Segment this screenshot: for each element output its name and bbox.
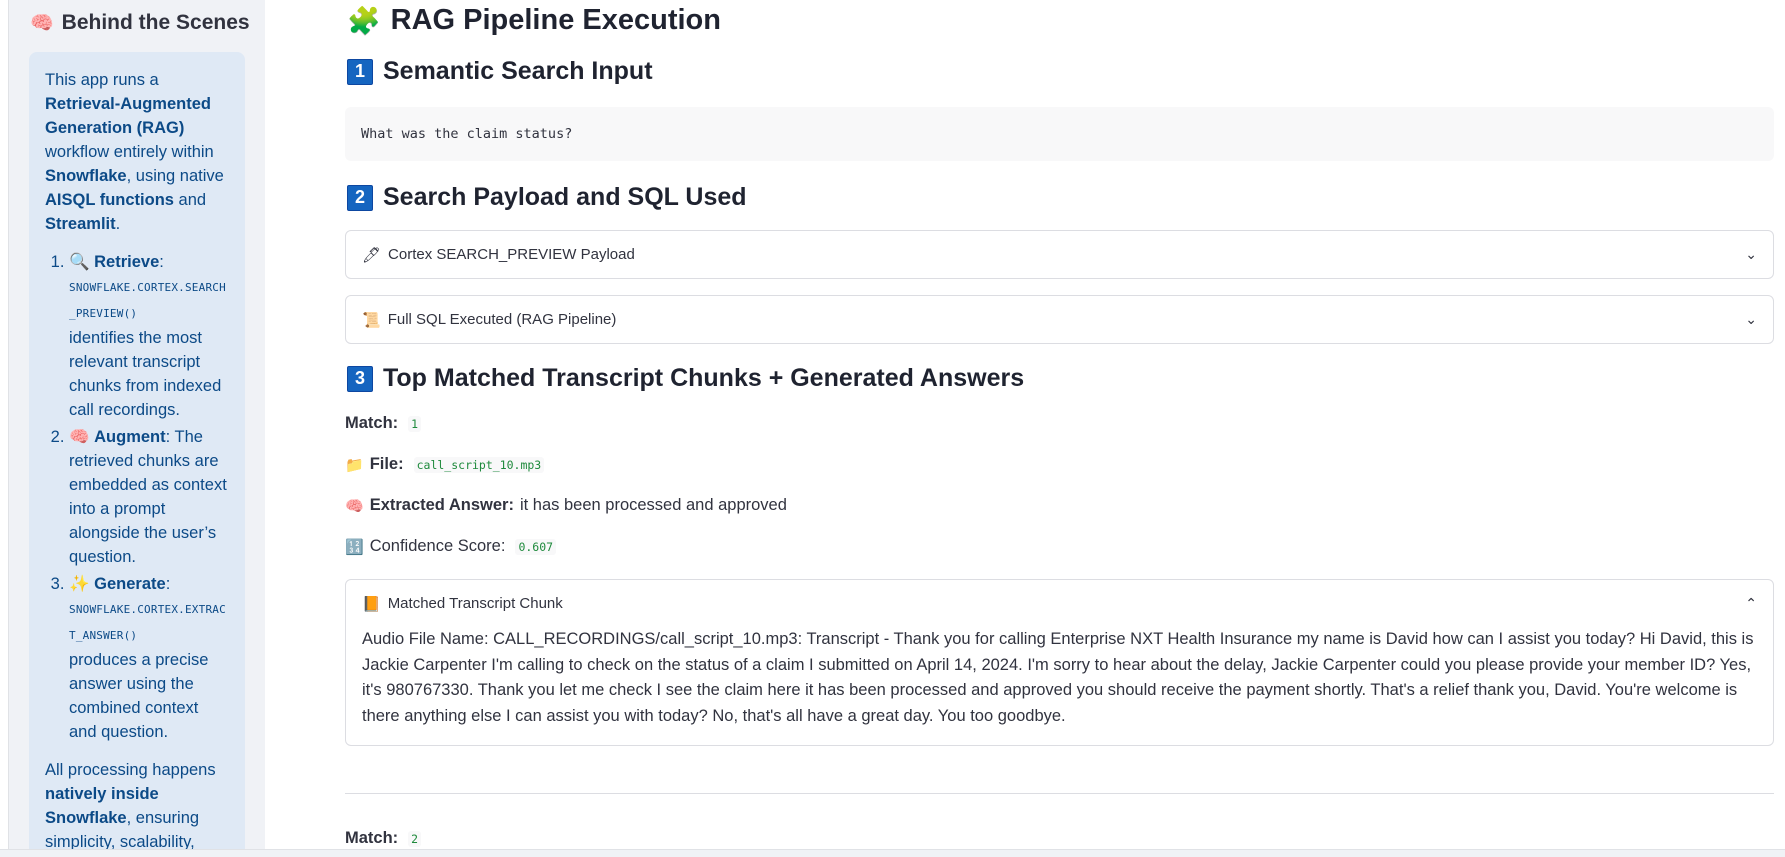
step-text: produces a precise answer using the comb… (69, 651, 209, 741)
query-code-block: What was the claim status? (345, 107, 1774, 161)
expander-label: Matched Transcript Chunk (387, 595, 563, 612)
step-augment: 🧠 Augment: The retrieved chunks are embe… (69, 425, 229, 569)
closing-text: All processing happens (45, 761, 216, 779)
numbers-icon: 🔢 (345, 538, 364, 556)
step-code: SNOWFLAKE.CORTEX.SEARCH_PREVIEW() (69, 281, 226, 320)
section-heading-1: 1 Semantic Search Input (347, 57, 653, 86)
page-title-text: RAG Pipeline Execution (390, 4, 721, 36)
sidebar-title-text: Behind the Scenes (61, 11, 250, 34)
sidebar: 🧠 Behind the Scenes This app runs a Retr… (9, 0, 265, 857)
step-name: Retrieve (94, 253, 160, 271)
puzzle-icon: 🧩 (347, 5, 381, 36)
match-1-score: 🔢 Confidence Score: 0.607 (345, 537, 557, 556)
divider (345, 793, 1774, 794)
expander-header[interactable]: 🖊 Cortex SEARCH_PREVIEW Payload ⌄ (346, 231, 1773, 278)
number-1-icon: 1 (347, 58, 373, 85)
transcript-text: Audio File Name: CALL_RECORDINGS/call_sc… (362, 630, 1754, 725)
sidebar-title: 🧠 Behind the Scenes (30, 11, 250, 35)
expander-search-payload[interactable]: 🖊 Cortex SEARCH_PREVIEW Payload ⌄ (345, 230, 1774, 279)
expander-header[interactable]: 📜 Full SQL Executed (RAG Pipeline) ⌄ (346, 296, 1773, 343)
folder-icon: 📁 (345, 456, 364, 474)
chevron-down-icon[interactable]: ⌄ (1745, 246, 1757, 263)
match-2-number: Match: 2 (345, 829, 422, 848)
scroll-icon: 📜 (362, 311, 381, 329)
intro-text: , using native (126, 167, 224, 185)
section-heading-3: 3 Top Matched Transcript Chunks + Genera… (347, 364, 1024, 393)
intro-text: . (115, 215, 121, 233)
score-label: Confidence Score: (369, 537, 506, 555)
intro-bold-snowflake: Snowflake (45, 167, 127, 185)
steps-list: 🔍 Retrieve: SNOWFLAKE.CORTEX.SEARCH_PREV… (45, 250, 229, 744)
section-title: Search Payload and SQL Used (383, 183, 747, 211)
pen-icon: 🖊 (362, 246, 382, 264)
number-2-icon: 2 (347, 184, 373, 211)
match-1-answer: 🧠 Extracted Answer: it has been processe… (345, 496, 787, 515)
step-sep: : (159, 253, 164, 271)
section-title: Semantic Search Input (383, 57, 653, 85)
answer-value: it has been processed and approved (519, 496, 787, 514)
step-text: The retrieved chunks are embedded as con… (69, 428, 227, 566)
main-content: 🧩 RAG Pipeline Execution 1 Semantic Sear… (345, 0, 1775, 857)
book-icon: 📙 (362, 595, 381, 613)
step-code: SNOWFLAKE.CORTEX.EXTRACT_ANSWER() (69, 603, 226, 642)
step-name: Generate (94, 575, 166, 593)
expander-header[interactable]: 📙 Matched Transcript Chunk ⌃ (346, 580, 1773, 627)
brain-icon: 🧠 (30, 13, 54, 34)
file-value: call_script_10.mp3 (413, 456, 545, 473)
brain-icon: 🧠 (69, 428, 90, 446)
intro-text: and (173, 191, 207, 209)
page-title: 🧩 RAG Pipeline Execution (347, 4, 721, 37)
intro-text: workflow entirely within (45, 143, 214, 161)
step-retrieve: 🔍 Retrieve: SNOWFLAKE.CORTEX.SEARCH_PREV… (69, 250, 229, 422)
expander-full-sql[interactable]: 📜 Full SQL Executed (RAG Pipeline) ⌄ (345, 295, 1774, 344)
intro-bold-aisql: AISQL functions (45, 191, 174, 209)
match-value: 2 (408, 830, 422, 847)
sparkles-icon: ✨ (69, 575, 90, 593)
chevron-down-icon[interactable]: ⌄ (1745, 311, 1757, 328)
number-3-icon: 3 (347, 365, 373, 392)
intro-paragraph: This app runs a Retrieval-Augmented Gene… (45, 68, 229, 236)
match-1-number: Match: 1 (345, 414, 422, 433)
info-box: This app runs a Retrieval-Augmented Gene… (29, 52, 245, 857)
answer-label: Extracted Answer: (369, 496, 514, 514)
chevron-up-icon[interactable]: ⌃ (1745, 595, 1757, 612)
expander-label: Cortex SEARCH_PREVIEW Payload (388, 246, 635, 263)
match-label: Match: (345, 829, 399, 847)
brain-icon: 🧠 (345, 497, 364, 515)
expander-label: Full SQL Executed (RAG Pipeline) (387, 311, 617, 328)
file-label: File: (369, 455, 404, 473)
match-1-file: 📁 File: call_script_10.mp3 (345, 455, 545, 474)
window-edge (0, 0, 9, 857)
match-value: 1 (408, 415, 422, 432)
match-label: Match: (345, 414, 399, 432)
step-generate: ✨ Generate: SNOWFLAKE.CORTEX.EXTRACT_ANS… (69, 572, 229, 744)
bottom-scrollbar-track[interactable] (0, 849, 1785, 857)
intro-bold-streamlit: Streamlit (45, 215, 116, 233)
step-sep: : (165, 428, 171, 446)
section-title: Top Matched Transcript Chunks + Generate… (383, 364, 1025, 392)
step-name: Augment (94, 428, 166, 446)
step-text: identifies the most relevant transcript … (69, 329, 222, 419)
closing-paragraph: All processing happens natively inside S… (45, 758, 229, 854)
expander-transcript-chunk[interactable]: 📙 Matched Transcript Chunk ⌃ Audio File N… (345, 579, 1774, 746)
intro-text: This app runs a (45, 71, 159, 89)
step-sep: : (165, 575, 171, 593)
magnifier-icon: 🔍 (69, 253, 90, 271)
score-value: 0.607 (515, 538, 557, 555)
section-heading-2: 2 Search Payload and SQL Used (347, 183, 747, 212)
intro-bold-rag: Retrieval-Augmented Generation (RAG) (45, 95, 211, 137)
